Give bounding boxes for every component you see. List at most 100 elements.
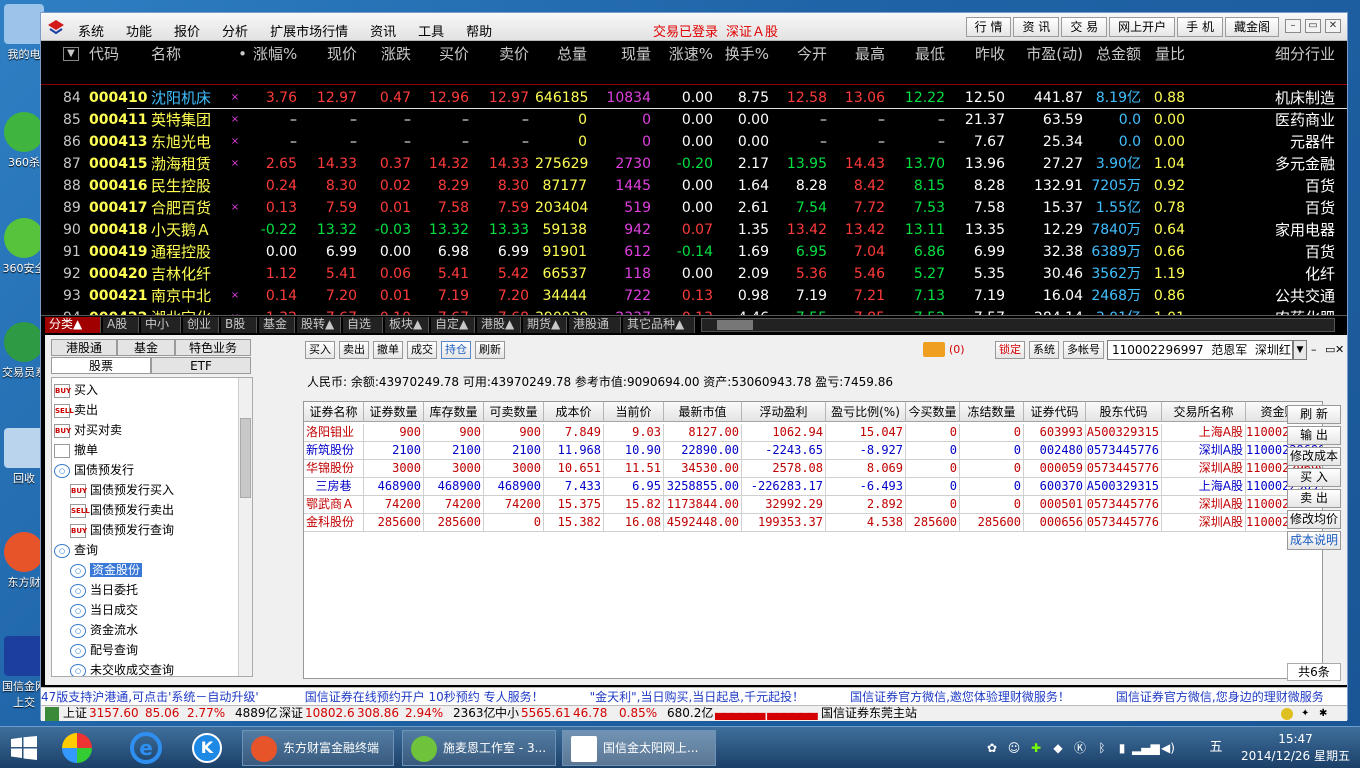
toolbar-button-3[interactable]: 成交 [407,341,437,359]
market-tab-8[interactable]: 板块▲ [385,317,429,333]
task-guosen[interactable]: 国信金太阳网上... [562,730,716,766]
grid-header-9[interactable]: 今买数量 [906,402,960,422]
market-tab-11[interactable]: 期货▲ [523,317,567,333]
position-row[interactable]: 华锦股份 3000 3000 3000 10.651 11.51 34530.00 2578.… [304,460,1322,478]
grid-header-2[interactable]: 库存数量 [424,402,484,422]
top-button-0[interactable]: 行 情 [965,17,1012,37]
account-select[interactable]: 110002296997 范恩军 深圳红( [1107,340,1293,360]
grid-header-8[interactable]: 盈亏比例(%) [826,402,906,422]
position-row[interactable]: 洛阳钼业 900 900 900 7.849 9.03 8127.00 1062.94 15.0… [304,424,1322,442]
lock-button[interactable]: 锁定 [995,341,1025,359]
tray-battery-icon[interactable]: ▮ [1114,740,1130,756]
market-tab-9[interactable]: 自定▲ [431,317,475,333]
side-button-1[interactable]: 输 出 [1287,426,1341,445]
tray-360-icon[interactable]: ✚ [1028,740,1044,756]
market-tab-10[interactable]: 港股▲ [477,317,521,333]
ticker-item[interactable]: 47版支持沪港通,可点击'系统－自动升级' [41,690,259,704]
tree-item[interactable]: ○ 国债预发行 [54,460,134,480]
tree-item[interactable]: ○ 配号查询 [70,640,138,660]
toolbar-button-0[interactable]: 买入 [305,341,335,359]
top-button-2[interactable]: 交 易 [1061,17,1108,37]
quote-header-5[interactable]: 现价 [303,43,357,65]
market-tab-13[interactable]: 其它品种▲ [623,317,695,333]
tab-hk-connect[interactable]: 港股通 [51,339,117,356]
menu-item-1[interactable]: 功能 [115,21,163,40]
menu-item-0[interactable]: 系统 [67,21,115,40]
quote-header-16[interactable]: 昨收 [953,43,1005,65]
tab-etf[interactable]: ETF [151,357,251,374]
position-row[interactable]: 鄂武商Ａ 74200 74200 74200 15.375 15.82 1173844.00… [304,496,1322,514]
quote-header-8[interactable]: 卖价 [475,43,529,65]
menu-item-5[interactable]: 资讯 [359,21,407,40]
mail-icon[interactable] [923,342,945,357]
grid-header-6[interactable]: 最新市值 [664,402,742,422]
menu-item-4[interactable]: 扩展市场行情 [259,21,359,40]
scroll-thumb[interactable] [240,418,251,498]
market-tab-3[interactable]: 创业 [183,317,219,333]
quote-header-20[interactable]: 细分行业 [1209,43,1335,65]
side-button-2[interactable]: 修改成本 [1287,447,1341,466]
multi-account-button[interactable]: 多帐号 [1063,341,1104,359]
clock[interactable]: 15:47 2014/12/26 星期五 [1241,731,1350,765]
quote-row[interactable]: 88 000416 民生控股 0.24 8.30 0.02 8.29 8.30 87177 144… [41,175,1347,197]
market-tab-4[interactable]: B股 [221,317,257,333]
grid-header-11[interactable]: 证券代码 [1024,402,1086,422]
news-ticker[interactable]: 47版支持沪港通,可点击'系统－自动升级' 国信证券在线预约开户 10秒预约 专人… [41,687,1347,705]
pinwheel-app-icon[interactable] [62,733,92,763]
panel-restore-button[interactable]: ▭ [1325,343,1335,356]
toolbar-button-5[interactable]: 刷新 [475,341,505,359]
menu-item-3[interactable]: 分析 [211,21,259,40]
position-row[interactable]: 三房巷 468900 468900 468900 7.433 6.95 3258855.00… [304,478,1322,496]
quote-header-7[interactable]: 买价 [421,43,469,65]
tab-special[interactable]: 特色业务 [175,339,251,356]
tree-item[interactable]: SELL国债预发行卖出 [70,500,174,520]
settings-icon[interactable]: ✱ [1319,706,1327,721]
tray-gear-icon[interactable]: ✿ [984,740,1000,756]
quote-header-13[interactable]: 今开 [771,43,827,65]
top-button-5[interactable]: 藏金阁 [1224,17,1279,37]
tree-item[interactable]: ○ 资金流水 [70,620,138,640]
market-tab-2[interactable]: 中小 [141,317,181,333]
system-button[interactable]: 系统 [1029,341,1059,359]
quote-row[interactable]: 85 000411 英特集团 × – – – – – 0 0 0.00 0.00 – – – 21.37 63.5… [41,109,1347,131]
quote-header-19[interactable]: 量比 [1147,43,1185,65]
toolbar-button-4[interactable]: 持仓 [441,341,471,359]
task-eastmoney[interactable]: 东方财富金融终端 [242,730,394,766]
side-button-5[interactable]: 修改均价 [1287,510,1341,529]
market-status[interactable]: 深证Ａ股 [726,21,778,40]
panel-minimize-button[interactable]: – [1311,343,1317,356]
horizontal-scroll-thumb[interactable] [717,320,753,330]
quote-row[interactable]: 84 000410 沈阳机床 × 3.76 12.97 0.47 12.96 12.97 6461… [41,87,1347,109]
chevron-down-icon[interactable]: ▼ [1293,340,1307,360]
tray-volume-icon[interactable]: ◀) [1160,740,1176,756]
tree-item[interactable]: BUY 国债预发行买入 [70,480,174,500]
ie-browser-icon[interactable]: e [130,732,162,764]
grid-header-10[interactable]: 冻结数量 [960,402,1024,422]
grid-header-7[interactable]: 浮动盈利 [742,402,826,422]
tree-item[interactable]: ○ 当日成交 [70,600,138,620]
ticker-item[interactable]: 国信证券官方微信,您身边的理财微服务 [1116,690,1324,704]
quote-row[interactable]: 89 000417 合肥百货 × 0.13 7.59 0.01 7.58 7.59 203404 5… [41,197,1347,219]
side-button-4[interactable]: 卖 出 [1287,489,1341,508]
ticker-item[interactable]: "金天利",当日购买,当日起息,千元起投！ [590,690,804,704]
side-button-3[interactable]: 买 入 [1287,468,1341,487]
toolbar-button-1[interactable]: 卖出 [339,341,369,359]
quote-header-12[interactable]: 换手% [717,43,769,65]
quote-row[interactable]: 86 000413 东旭光电 × – – – – – 0 0 0.00 0.00 – – – 7.67 25.34… [41,131,1347,153]
side-button-6[interactable]: 成本说明 [1287,531,1341,550]
market-tab-7[interactable]: 自选 [343,317,383,333]
tree-item[interactable]: ○ 当日委托 [70,580,138,600]
tray-k-icon[interactable]: Ⓚ [1072,740,1088,756]
ime-indicator[interactable]: 五 [1208,740,1224,756]
menu-item-6[interactable]: 工具 [407,21,455,40]
grid-header-12[interactable]: 股东代码 [1086,402,1162,422]
tree-item[interactable]: ○ 未交收成交查询 [70,660,174,676]
quote-row[interactable]: 90 000418 小天鹅Ａ -0.22 13.32 -0.03 13.32 13.33 591… [41,219,1347,241]
position-row[interactable]: 金科股份 285600 285600 0 15.382 16.08 4592448.00 19… [304,514,1322,532]
quote-header-18[interactable]: 总金额 [1083,43,1141,65]
side-button-0[interactable]: 刷 新 [1287,405,1341,424]
tray-shield-icon[interactable]: ◆ [1050,740,1066,756]
quote-header-6[interactable]: 涨跌 [367,43,411,65]
tree-item[interactable]: SELL卖出 [54,400,98,420]
grid-header-0[interactable]: 证券名称 [304,402,364,422]
